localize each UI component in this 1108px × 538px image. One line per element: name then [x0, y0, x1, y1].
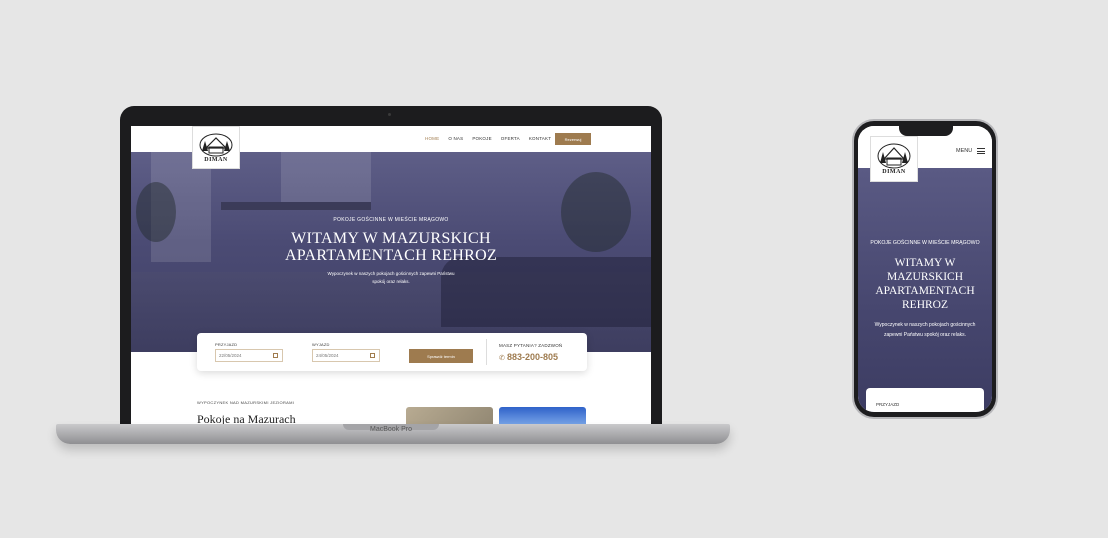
hero-subtitle: Wypoczynek w naszych pokojach gościnnych…	[327, 271, 455, 284]
nav-item-rooms[interactable]: POKOJE	[472, 136, 491, 141]
nav-item-home[interactable]: HOME	[425, 136, 439, 141]
section-kicker: WYPOCZYNEK NAD MAZURSKIMI JEZIORAMI	[197, 400, 295, 405]
mobile-arrival-label: PRZYJAZD	[876, 402, 900, 407]
departure-date-field[interactable]: 24/05/2024	[312, 349, 380, 362]
hero-window	[281, 152, 371, 202]
nav-item-offer[interactable]: OFERTA	[501, 136, 520, 141]
phone-notch	[899, 124, 953, 136]
arrival-date-value: 22/05/2024	[219, 353, 242, 358]
nav-item-contact[interactable]: KONTAKT	[529, 136, 551, 141]
hero-eyebrow: POKOJE GOŚCINNE W MIEŚCIE MRĄGOWO	[333, 217, 449, 223]
mobile-hero-subtitle: Wypoczynek w naszych pokojach gościnnych…	[874, 322, 976, 338]
call-prompt: MASZ PYTANIA? ZADZWOŃ	[499, 343, 563, 348]
calendar-icon[interactable]	[370, 353, 375, 358]
phone-screen: MENU POKOJE GOŚCINNE W MIEŚCIE MRĄGOWO D…	[858, 126, 992, 412]
hero-title: WITAMY W MAZURSKICH APARTAMENTACH REHROZ	[284, 230, 498, 264]
hero-section: POKOJE GOŚCINNE W MIEŚCIE MRĄGOWO WITAMY…	[131, 152, 651, 352]
mobile-booking-card	[866, 388, 984, 412]
main-nav: HOME O NAS POKOJE OFERTA KONTAKT	[425, 136, 551, 141]
nav-item-about[interactable]: O NAS	[448, 136, 463, 141]
booking-bar: PRZYJAZD 22/05/2024 WYJAZD 24/05/2024 Sp…	[197, 333, 587, 371]
hamburger-icon[interactable]	[977, 148, 985, 156]
mobile-logo[interactable]: DIMAN	[870, 136, 918, 182]
house-logo-icon	[199, 133, 233, 156]
logo-text: DIMAN	[204, 156, 228, 163]
site-logo[interactable]: DIMAN	[192, 126, 240, 169]
calendar-icon[interactable]	[273, 353, 278, 358]
arrival-label: PRZYJAZD	[215, 342, 238, 347]
mobile-hero-title: WITAMY W MAZURSKICH APARTAMENTACH REHROZ	[875, 257, 975, 311]
laptop-screen: DIMAN HOME O NAS POKOJE OFERTA KONTAKT R…	[131, 126, 651, 426]
phone-icon: ✆	[499, 355, 505, 362]
departure-date-value: 24/05/2024	[316, 353, 339, 358]
laptop-camera	[388, 113, 391, 116]
laptop-brand-label: MacBook Pro	[369, 426, 413, 433]
house-logo-icon	[877, 143, 911, 169]
hero-table	[221, 202, 371, 210]
arrival-date-field[interactable]: 22/05/2024	[215, 349, 283, 362]
phone-number-link[interactable]: 883-200-805	[507, 352, 558, 362]
mobile-hero-eyebrow-text: POKOJE GOŚCINNE W MIEŚCIE MRĄGOWO	[870, 240, 980, 246]
reserve-button[interactable]: Rezerwuj	[555, 133, 591, 145]
hero-sofa	[441, 257, 651, 327]
departure-label: WYJAZD	[312, 342, 330, 347]
booking-divider	[486, 339, 487, 365]
hero-plant	[136, 182, 176, 242]
check-availability-button[interactable]: Sprawdź termin	[409, 349, 473, 363]
logo-text: DIMAN	[882, 169, 906, 175]
site-header: DIMAN HOME O NAS POKOJE OFERTA KONTAKT R…	[131, 126, 651, 169]
menu-label[interactable]: MENU	[956, 148, 972, 154]
hero-plant	[561, 172, 631, 252]
